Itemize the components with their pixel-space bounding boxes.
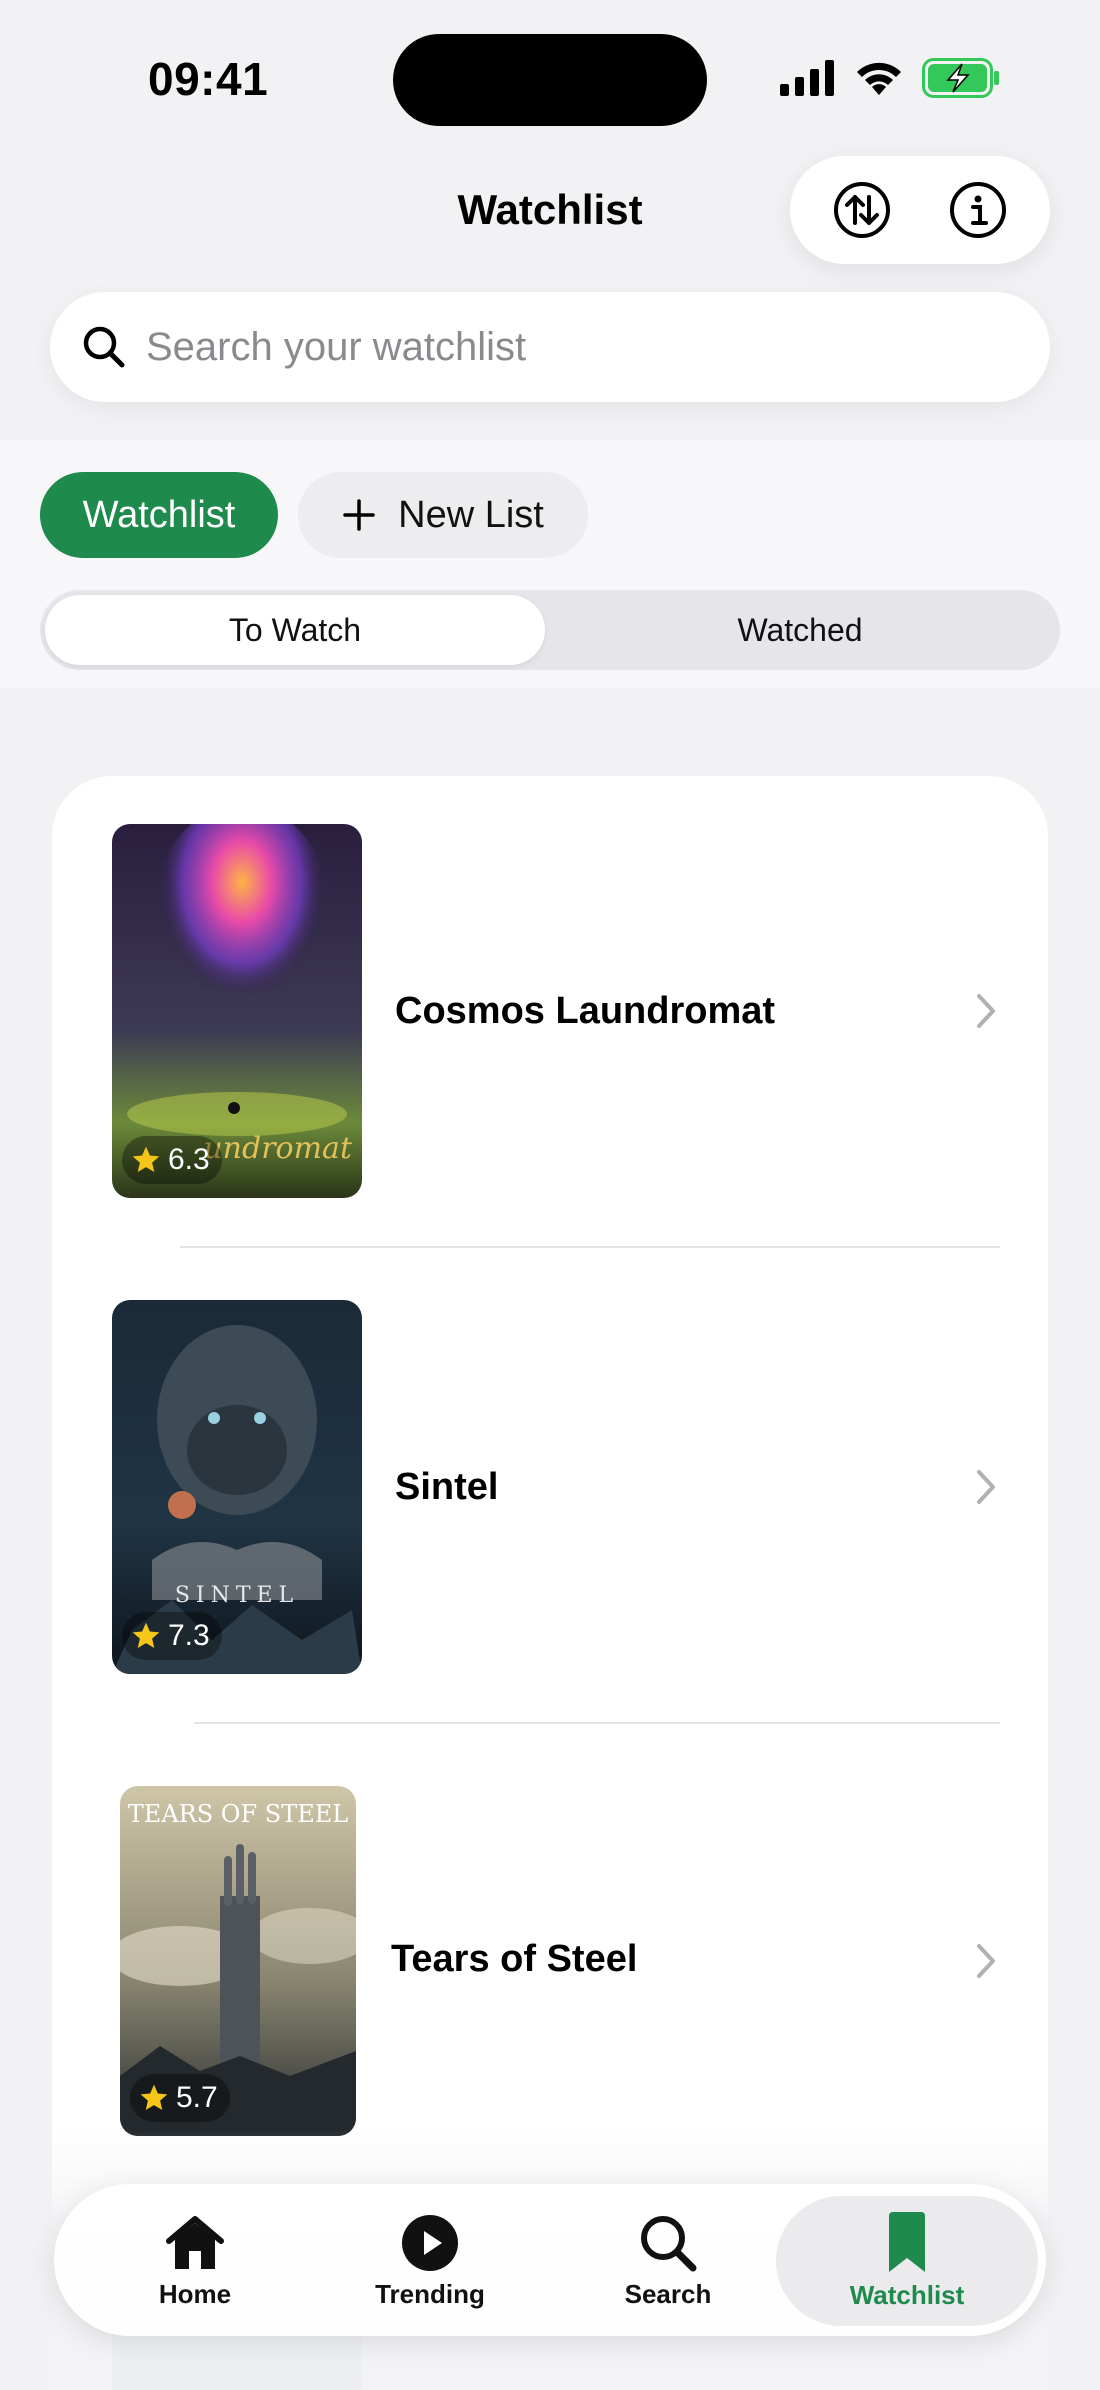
info-icon [950, 182, 1006, 238]
rating-value: 7.3 [168, 1619, 210, 1652]
tab-watchlist[interactable]: Watchlist [776, 2196, 1038, 2326]
search-input[interactable] [146, 324, 1006, 370]
tab-home[interactable]: Home [76, 2196, 314, 2326]
tab-label: Home [158, 2278, 232, 2309]
segment-watched[interactable]: Watched [550, 595, 1050, 665]
star-icon [132, 1146, 160, 1172]
dynamic-island [393, 34, 707, 126]
svg-text:SINTEL: SINTEL [175, 1583, 299, 1608]
sort-arrows-icon [834, 182, 890, 238]
search-bar[interactable] [50, 292, 1050, 402]
rating-badge: 5.7 [130, 2074, 230, 2122]
wifi-icon [857, 62, 901, 95]
list-item[interactable]: SINTEL 7.3 Sintel [52, 1300, 1048, 1680]
tab-label: Search [624, 2278, 712, 2309]
rating-value: 5.7 [176, 2081, 218, 2114]
row-divider [180, 1246, 1000, 1248]
list-item[interactable]: TEARS OF STEEL 5.7 Tears of Steel [52, 1786, 1048, 2166]
row-divider [194, 1722, 1000, 1724]
svg-text:undromat: undromat [203, 1131, 353, 1166]
list-chip-watchlist[interactable]: Watchlist [40, 472, 278, 558]
poster-image: TEARS OF STEEL 5.7 [120, 1786, 356, 2136]
status-time: 09:41 [148, 53, 269, 105]
movie-title: Cosmos Laundromat [395, 990, 776, 1032]
star-icon [132, 1622, 160, 1648]
segment-to-watch[interactable]: To Watch [45, 595, 545, 665]
movie-title: Sintel [395, 1466, 499, 1508]
new-list-button[interactable]: New List [298, 472, 588, 558]
tab-bar: Home Trending Search Watchlist [54, 2184, 1046, 2336]
rating-badge: 6.3 [122, 1136, 222, 1184]
new-list-label: New List [398, 493, 544, 536]
play-circle-icon [402, 2214, 458, 2271]
sort-button[interactable] [832, 180, 892, 240]
svg-text:TEARS OF STEEL: TEARS OF STEEL [128, 1800, 348, 1828]
movie-title: Tears of Steel [391, 1938, 638, 1980]
header-actions [790, 156, 1050, 264]
watchlist-screen: 09:41 Watchlist Search your watchlist Wa… [0, 0, 1100, 2390]
watch-status-segmented-control: To Watch Watched [40, 590, 1060, 670]
house-icon [166, 2215, 224, 2269]
rating-badge: 7.3 [122, 1612, 222, 1660]
status-bar: 09:41 [0, 0, 1100, 150]
poster-image: SINTEL 7.3 [112, 1300, 362, 1674]
chevron-right-icon [977, 1470, 995, 1504]
poster-image: undromat 6.3 [112, 824, 362, 1198]
rating-value: 6.3 [168, 1143, 210, 1176]
tab-search[interactable]: Search [549, 2196, 787, 2326]
bookmark-icon [889, 2211, 925, 2272]
chevron-right-icon [977, 1944, 995, 1978]
list-chip-label: Watchlist [82, 493, 236, 536]
battery-charging-icon [922, 58, 999, 98]
search-icon [641, 2215, 697, 2271]
search-icon [83, 326, 125, 368]
plus-icon [343, 499, 375, 531]
tab-label: Watchlist [849, 2279, 965, 2310]
status-icons [780, 58, 1000, 98]
list-item[interactable]: undromat 6.3 Cosmos Laundromat [52, 824, 1048, 1204]
chevron-right-icon [977, 994, 995, 1028]
tab-label: Trending [375, 2278, 485, 2309]
tab-trending[interactable]: Trending [311, 2196, 549, 2326]
star-icon [140, 2084, 168, 2110]
info-button[interactable] [948, 180, 1008, 240]
signal-icon [780, 60, 834, 96]
